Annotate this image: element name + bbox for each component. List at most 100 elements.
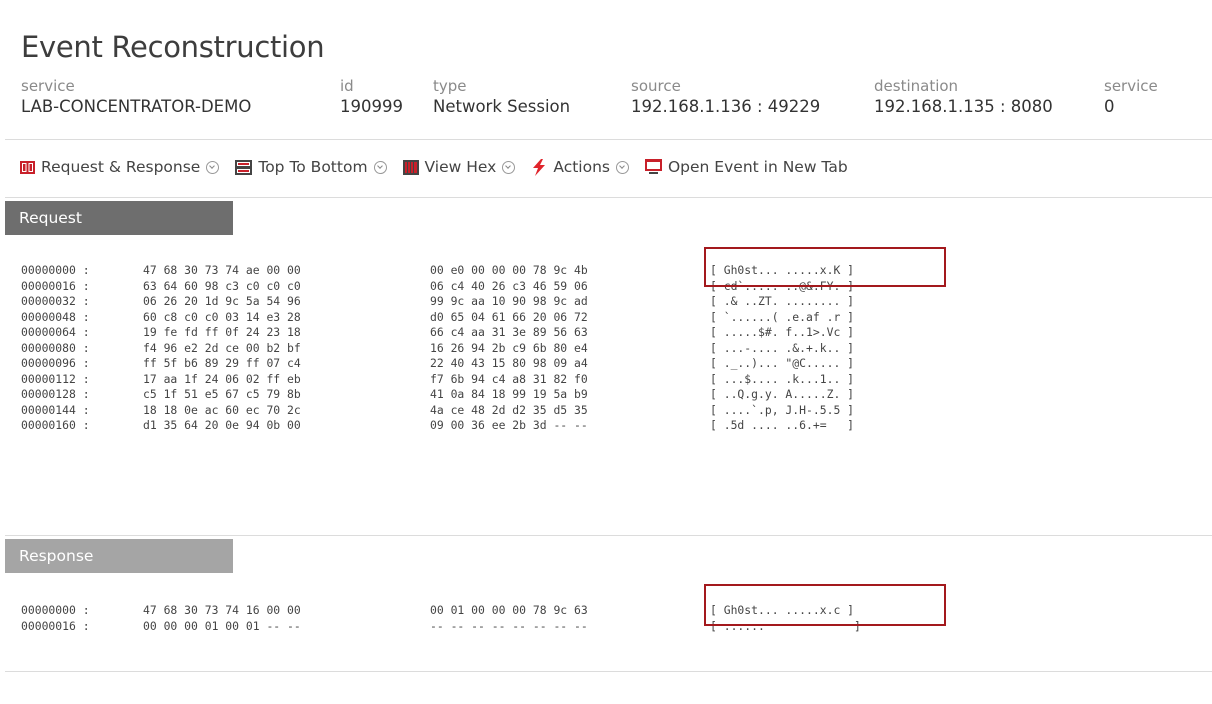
actions-button[interactable]: Actions — [531, 158, 629, 176]
top-to-bottom-label: Top To Bottom — [258, 158, 368, 176]
split-view-icon — [20, 160, 35, 174]
meta-destination: destination 192.168.1.135 : 8080 — [874, 77, 1053, 118]
hex-row: 00000048 : 60 c8 c0 c0 03 14 e3 28 d0 65 0… — [21, 310, 854, 326]
hex-bytes-left: f4 96 e2 2d ce 00 b2 bf — [143, 340, 301, 355]
hex-row: 00000160 : d1 35 64 20 0e 94 0b 00 09 00 3… — [21, 418, 854, 434]
hex-bytes-left: 47 68 30 73 74 ae 00 00 — [143, 263, 301, 277]
hex-bytes-right: 00 01 00 00 00 78 9c 63 — [430, 603, 588, 617]
hex-bytes-right: d0 65 04 61 66 20 06 72 — [430, 309, 588, 324]
divider — [5, 197, 1212, 198]
meta-value: LAB-CONCENTRATOR-DEMO — [21, 97, 252, 116]
meta-source: source 192.168.1.136 : 49229 — [631, 77, 820, 118]
toolbar: Request & Response Top To Bottom View He… — [20, 155, 864, 179]
hex-ascii: [ .& ..ZT. ........ ] — [710, 294, 855, 308]
hex-bytes-right: 16 26 94 2b c9 6b 80 e4 — [430, 340, 588, 355]
meta-label: source — [631, 77, 681, 95]
gh0st-signature-highlight — [704, 584, 946, 626]
meta-value: 192.168.1.135 : 8080 — [874, 97, 1053, 116]
hex-bytes-right: 09 00 36 ee 2b 3d -- -- — [430, 418, 588, 432]
hex-ascii: [ .....$#. f..1>.Vc ] — [710, 325, 855, 339]
hex-bytes-right: 06 c4 40 26 c3 46 59 06 — [430, 278, 588, 293]
hex-bytes-left: 00 00 00 01 00 01 -- -- — [143, 618, 301, 633]
hex-bytes-right: 41 0a 84 18 99 19 5a b9 — [430, 387, 588, 401]
hex-bytes-right: 22 40 43 15 80 98 09 a4 — [430, 356, 588, 370]
request-hex-dump: 00000000 : 47 68 30 73 74 ae 00 00 00 e0 0… — [21, 263, 854, 434]
chevron-down-icon — [206, 160, 220, 174]
meta-value: Network Session — [433, 97, 571, 116]
hex-ascii: [ `......( .e.af .r ] — [710, 309, 855, 324]
view-hex-label: View Hex — [424, 158, 497, 176]
meta-label: type — [433, 77, 467, 95]
request-section-header: Request — [5, 201, 233, 235]
hex-bytes-left: ff 5f b6 89 29 ff 07 c4 — [143, 356, 301, 370]
hex-offset: 00000144 : — [21, 402, 90, 417]
chevron-down-icon — [373, 160, 387, 174]
view-hex-button[interactable]: View Hex — [402, 158, 516, 176]
hex-bytes-left: 18 18 0e ac 60 ec 70 2c — [143, 402, 301, 417]
request-response-button[interactable]: Request & Response — [20, 158, 220, 176]
hex-ascii: [ ...$.... .k...1.. ] — [710, 371, 855, 386]
hex-offset: 00000080 : — [21, 340, 90, 355]
open-new-tab-label: Open Event in New Tab — [667, 158, 848, 176]
hex-bytes-left: 17 aa 1f 24 06 02 ff eb — [143, 371, 301, 386]
meta-value: 190999 — [340, 97, 403, 116]
hex-offset: 00000112 : — [21, 371, 90, 386]
hex-ascii: [ ..Q.g.y. A.....Z. ] — [710, 387, 855, 401]
page-title: Event Reconstruction — [21, 30, 325, 64]
hex-grid-icon — [402, 159, 419, 175]
response-section-header: Response — [5, 539, 233, 573]
meta-label: service — [1104, 77, 1158, 95]
meta-type: type Network Session — [433, 77, 570, 118]
hex-offset: 00000096 : — [21, 356, 90, 370]
meta-value: 0 — [1104, 97, 1115, 116]
chevron-down-icon — [502, 160, 516, 174]
actions-label: Actions — [553, 158, 610, 176]
open-new-tab-button[interactable]: Open Event in New Tab — [644, 158, 848, 176]
meta-label: destination — [874, 77, 959, 95]
divider — [5, 671, 1212, 672]
hex-bytes-right: 00 e0 00 00 00 78 9c 4b — [430, 263, 588, 277]
meta-service-port: service 0 — [1104, 77, 1158, 118]
divider — [5, 535, 1212, 536]
meta-label: service — [21, 77, 75, 95]
gh0st-signature-highlight — [704, 247, 946, 287]
hex-row: 00000064 : 19 fe fd ff 0f 24 23 18 66 c4 a… — [21, 325, 854, 341]
hex-row: 00000112 : 17 aa 1f 24 06 02 ff eb f7 6b 9… — [21, 372, 854, 388]
hex-bytes-left: c5 1f 51 e5 67 c5 79 8b — [143, 387, 301, 401]
hex-bytes-left: 19 fe fd ff 0f 24 23 18 — [143, 325, 301, 339]
hex-row: 00000032 : 06 26 20 1d 9c 5a 54 96 99 9c a… — [21, 294, 854, 310]
hex-offset: 00000000 : — [21, 263, 90, 277]
hex-bytes-right: -- -- -- -- -- -- -- -- — [430, 618, 588, 633]
chevron-down-icon — [615, 160, 629, 174]
hex-ascii: [ .5d .... ..6.+= ] — [710, 418, 855, 432]
hex-ascii: [ ...-.... .&.+.k.. ] — [710, 340, 855, 355]
hex-bytes-left: 06 26 20 1d 9c 5a 54 96 — [143, 294, 301, 308]
hex-offset: 00000016 : — [21, 278, 90, 293]
request-response-label: Request & Response — [41, 158, 201, 176]
meta-value: 192.168.1.136 : 49229 — [631, 97, 821, 116]
hex-bytes-right: f7 6b 94 c4 a8 31 82 f0 — [430, 371, 588, 386]
hex-offset: 00000016 : — [21, 618, 90, 633]
new-window-icon — [644, 159, 662, 174]
hex-row: 00000096 : ff 5f b6 89 29 ff 07 c4 22 40 4… — [21, 356, 854, 372]
top-to-bottom-button[interactable]: Top To Bottom — [235, 158, 387, 176]
hex-ascii: [ ._..)... "@C..... ] — [710, 356, 855, 370]
hex-bytes-left: 60 c8 c0 c0 03 14 e3 28 — [143, 309, 301, 324]
hex-offset: 00000064 : — [21, 325, 90, 339]
meta-label: id — [340, 77, 354, 95]
hex-bytes-right: 4a ce 48 2d d2 35 d5 35 — [430, 402, 588, 417]
request-section-title: Request — [19, 209, 82, 227]
divider — [5, 139, 1212, 140]
hex-bytes-left: 63 64 60 98 c3 c0 c0 c0 — [143, 278, 301, 293]
hex-row: 00000144 : 18 18 0e ac 60 ec 70 2c 4a ce 4… — [21, 403, 854, 419]
meta-id: id 190999 — [340, 77, 403, 118]
response-section-title: Response — [19, 547, 94, 565]
hex-bytes-right: 66 c4 aa 31 3e 89 56 63 — [430, 325, 588, 339]
hex-offset: 00000128 : — [21, 387, 90, 401]
hex-row: 00000128 : c5 1f 51 e5 67 c5 79 8b 41 0a 8… — [21, 387, 854, 403]
hex-ascii: [ ....`.p, J.H-.5.5 ] — [710, 402, 855, 417]
meta-service: service LAB-CONCENTRATOR-DEMO — [21, 77, 251, 118]
lightning-icon — [533, 158, 546, 176]
hex-offset: 00000160 : — [21, 418, 90, 432]
hex-offset: 00000032 : — [21, 294, 90, 308]
